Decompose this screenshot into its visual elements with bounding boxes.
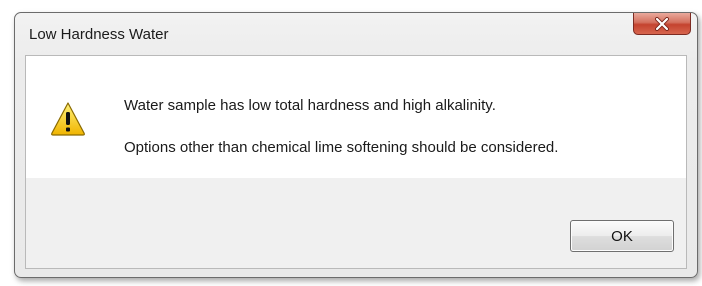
dialog-body: Water sample has low total hardness and … xyxy=(25,55,687,269)
message-line-1: Water sample has low total hardness and … xyxy=(124,97,496,114)
title-bar[interactable]: Low Hardness Water xyxy=(15,13,697,53)
dialog-window: Low Hardness Water Water sample has low … xyxy=(14,12,698,278)
message-line-2: Options other than chemical lime softeni… xyxy=(124,138,559,156)
dialog-title: Low Hardness Water xyxy=(29,26,169,43)
close-button[interactable] xyxy=(633,13,691,35)
ok-button[interactable]: OK xyxy=(570,220,674,252)
close-icon xyxy=(655,16,669,31)
warning-icon xyxy=(51,102,85,136)
dialog-message: Water sample has low total hardness and … xyxy=(124,96,558,157)
message-area: Water sample has low total hardness and … xyxy=(26,56,686,178)
